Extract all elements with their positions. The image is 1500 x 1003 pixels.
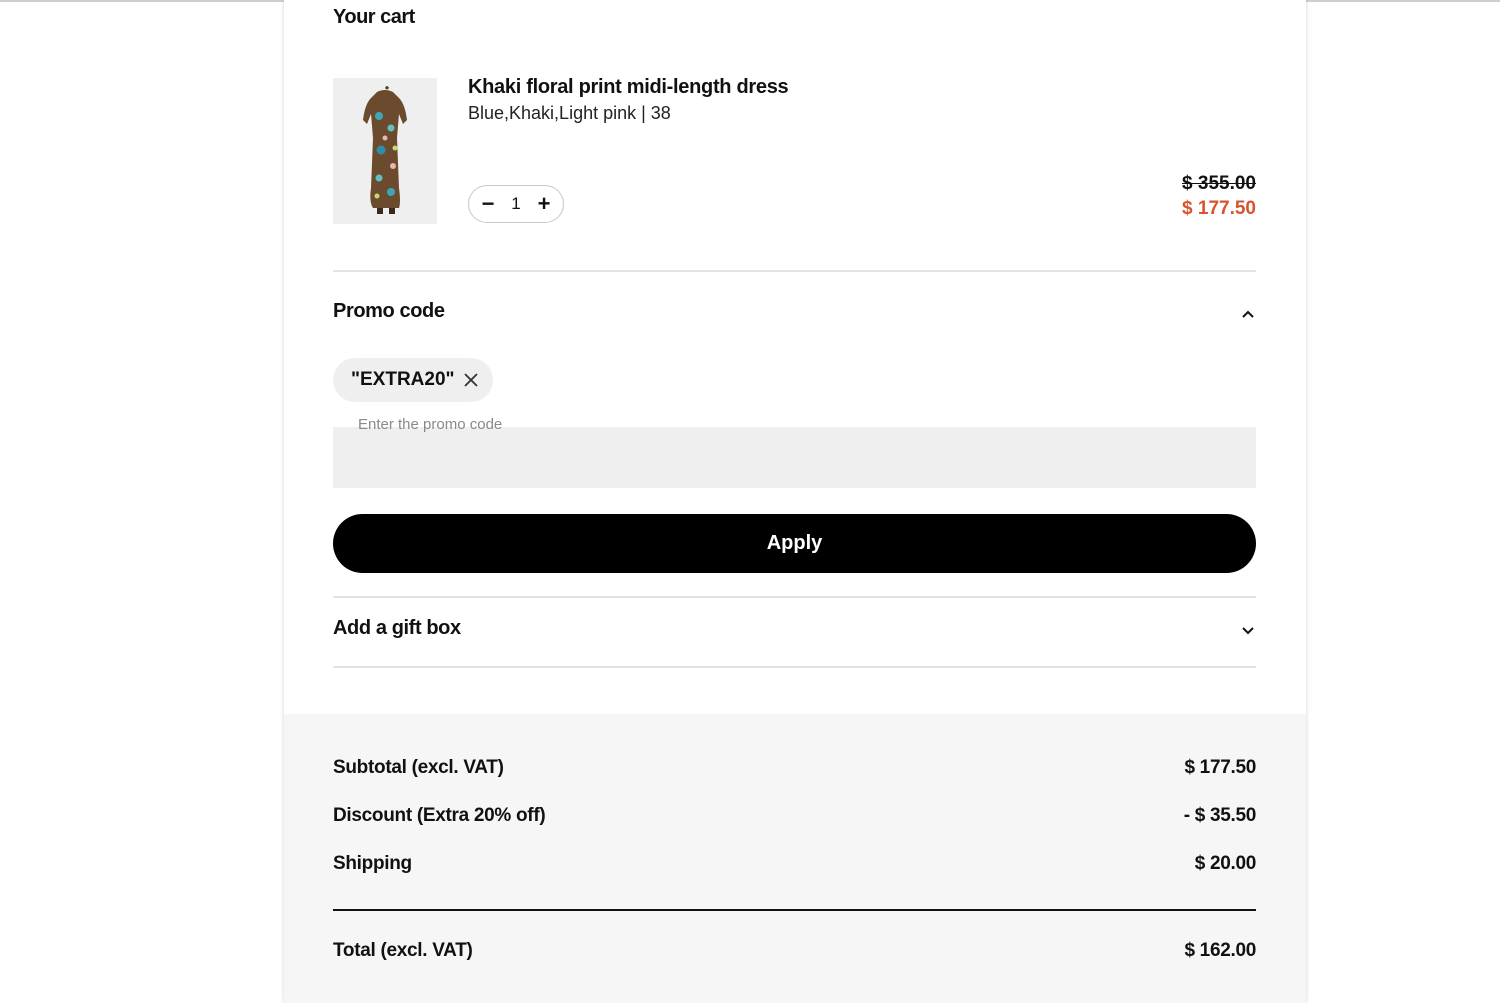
chevron-down-icon[interactable]	[1240, 623, 1256, 639]
promo-input-label: Enter the promo code	[358, 416, 503, 433]
quantity-stepper: − 1 +	[468, 185, 564, 223]
applied-promo-chip: "EXTRA20"	[333, 358, 493, 402]
product-thumbnail[interactable]	[333, 78, 437, 224]
decrease-quantity-button[interactable]: −	[479, 193, 497, 215]
discount-value: - $ 35.50	[1183, 805, 1257, 826]
divider	[333, 596, 1256, 598]
total-row: Total (excl. VAT) $ 162.00	[333, 940, 1256, 962]
subtotal-label: Subtotal (excl. VAT)	[333, 757, 504, 778]
chevron-up-icon[interactable]	[1240, 306, 1256, 322]
divider	[333, 666, 1256, 668]
original-price: $ 355.00	[1182, 173, 1256, 194]
increase-quantity-button[interactable]: +	[535, 193, 553, 215]
product-variant: Blue,Khaki,Light pink | 38	[468, 103, 671, 123]
cart-title: Your cart	[333, 6, 415, 28]
discount-label: Discount (Extra 20% off)	[333, 805, 546, 826]
shipping-label: Shipping	[333, 853, 412, 874]
gift-box-toggle[interactable]: Add a gift box	[333, 617, 461, 640]
total-label: Total (excl. VAT)	[333, 940, 473, 961]
divider	[333, 270, 1256, 272]
subtotal-row: Subtotal (excl. VAT) $ 177.50	[333, 757, 1256, 779]
shipping-value: $ 20.00	[1194, 853, 1257, 874]
discount-row: Discount (Extra 20% off) - $ 35.50	[333, 805, 1256, 827]
apply-button[interactable]: Apply	[333, 514, 1256, 573]
dress-image	[333, 78, 437, 224]
order-summary: Subtotal (excl. VAT) $ 177.50 Discount (…	[284, 714, 1306, 1003]
shipping-row: Shipping $ 20.00	[333, 853, 1256, 875]
sale-price: $ 177.50	[1182, 198, 1256, 219]
remove-promo-icon[interactable]	[463, 372, 479, 388]
subtotal-value: $ 177.50	[1184, 757, 1256, 778]
total-value: $ 162.00	[1184, 940, 1256, 961]
total-divider	[333, 909, 1256, 911]
promo-code-input[interactable]	[333, 427, 1256, 488]
applied-promo-code: "EXTRA20"	[351, 369, 455, 390]
cart-panel: Your cart Khaki floral print midi-length…	[284, 0, 1306, 1003]
product-name[interactable]: Khaki floral print midi-length dress	[468, 76, 789, 99]
quantity-value: 1	[511, 194, 521, 213]
promo-code-toggle[interactable]: Promo code	[333, 300, 445, 323]
